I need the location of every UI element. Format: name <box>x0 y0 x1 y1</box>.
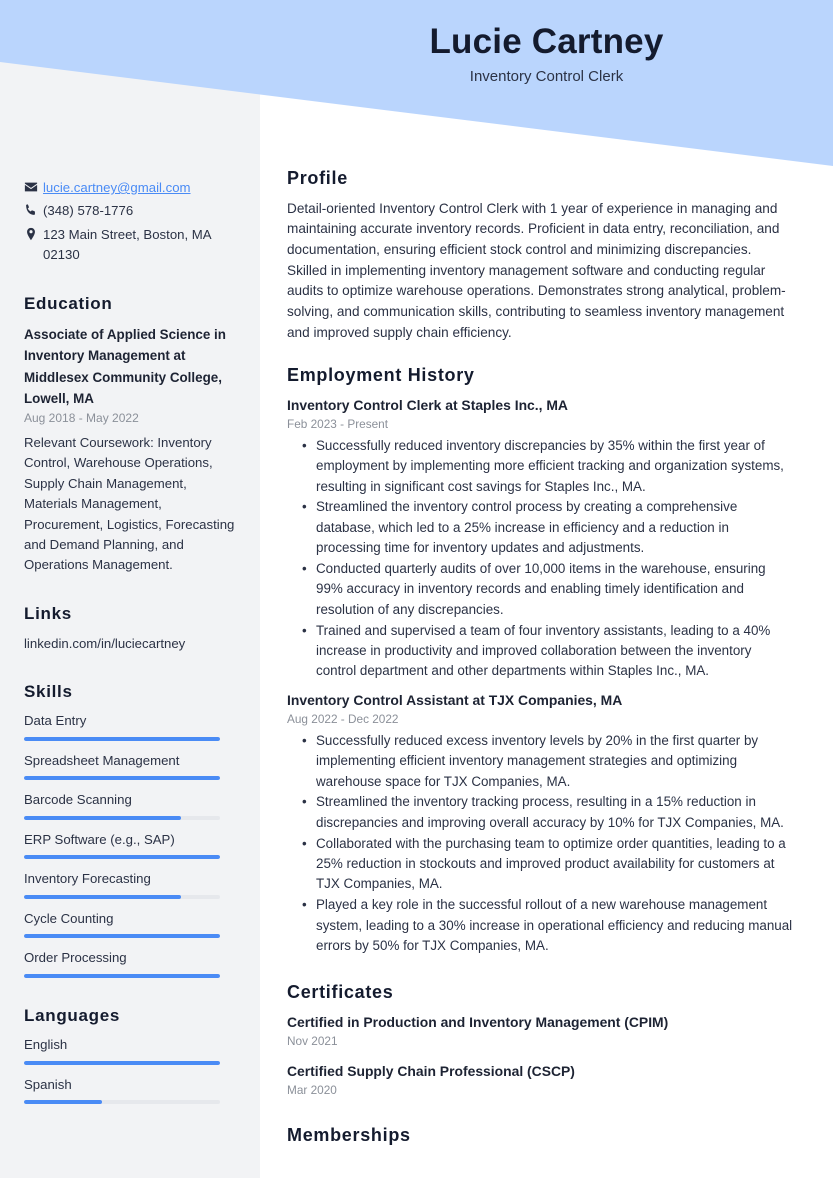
main-heading-employment: Employment History <box>287 365 475 386</box>
section-memberships: Memberships <box>287 1125 795 1147</box>
main-heading-certificates: Certificates <box>287 982 394 1003</box>
skill-label: Barcode Scanning <box>24 792 132 808</box>
language-item: English <box>24 1036 236 1065</box>
skill-level-track <box>24 934 220 939</box>
job-entry: Inventory Control Assistant at TJX Compa… <box>287 691 795 957</box>
certificate-date: Mar 2020 <box>287 1083 337 1098</box>
sidebar-heading-languages: Languages <box>24 1005 121 1025</box>
job-bullets: Successfully reduced inventory discrepan… <box>287 436 795 682</box>
job-bullets: Successfully reduced excess inventory le… <box>287 731 795 957</box>
job-bullet: Streamlined the inventory tracking proce… <box>302 792 795 833</box>
skill-level-track <box>24 894 220 899</box>
job-bullet: Conducted quarterly audits of over 10,00… <box>302 559 795 620</box>
skill-level-track <box>24 776 220 781</box>
contact-item-phone: (348) 578-1776 <box>24 201 236 221</box>
sidebar: lucie.cartney@gmail.com (348) 578-1776 1… <box>0 0 260 1115</box>
phone-value: (348) 578-1776 <box>43 203 134 219</box>
language-level-fill <box>24 1100 103 1105</box>
skill-item: Data Entry <box>24 712 236 741</box>
skill-level-fill <box>24 934 220 939</box>
contact-item-address: 123 Main Street, Boston, MA 02130 <box>24 225 236 266</box>
sidebar-heading-skills: Skills <box>24 682 73 702</box>
job-bullet: Trained and supervised a team of four in… <box>302 621 795 682</box>
language-level-track <box>24 1100 220 1105</box>
main-heading-memberships: Memberships <box>287 1124 411 1145</box>
language-level-track <box>24 1060 220 1065</box>
skill-label: Spreadsheet Management <box>24 752 180 768</box>
skill-level-track <box>24 855 220 860</box>
education-degree: Associate of Applied Science in Inventor… <box>24 327 226 406</box>
links-list: linkedin.com/in/luciecartney <box>24 634 236 654</box>
job-bullet: Played a key role in the successful roll… <box>302 895 795 956</box>
link-linkedin[interactable]: linkedin.com/in/luciecartney <box>24 636 185 651</box>
skill-label: Cycle Counting <box>24 910 114 926</box>
main-content: Profile Detail-oriented Inventory Contro… <box>260 0 833 1169</box>
skill-item: ERP Software (e.g., SAP) <box>24 831 236 860</box>
job-bullet: Successfully reduced excess inventory le… <box>302 731 795 792</box>
certificate-entry: Certified in Production and Inventory Ma… <box>287 1013 795 1050</box>
job-date: Feb 2023 - Present <box>287 417 388 432</box>
contact-item-email: lucie.cartney@gmail.com <box>24 178 236 198</box>
language-label: Spanish <box>24 1076 72 1092</box>
skill-level-track <box>24 973 220 978</box>
job-bullet: Successfully reduced inventory discrepan… <box>302 436 795 497</box>
skill-level-track <box>24 815 220 820</box>
language-level-fill <box>24 1060 220 1065</box>
job-date: Aug 2022 - Dec 2022 <box>287 712 399 727</box>
section-employment-history: Employment History Inventory Control Cle… <box>287 365 795 956</box>
resume-page: Lucie Cartney Inventory Control Clerk lu… <box>0 0 833 1178</box>
email-value[interactable]: lucie.cartney@gmail.com <box>43 178 191 198</box>
job-entry: Inventory Control Clerk at Staples Inc.,… <box>287 396 795 682</box>
section-profile: Profile Detail-oriented Inventory Contro… <box>287 168 795 343</box>
skill-label: Data Entry <box>24 713 87 729</box>
skill-level-fill <box>24 815 181 820</box>
education-date: Aug 2018 - May 2022 <box>24 410 139 425</box>
skill-level-fill <box>24 736 220 741</box>
skill-item: Barcode Scanning <box>24 791 236 820</box>
skill-label: ERP Software (e.g., SAP) <box>24 831 175 847</box>
skill-item: Inventory Forecasting <box>24 870 236 899</box>
certificate-title: Certified Supply Chain Professional (CSC… <box>287 1062 575 1079</box>
sidebar-heading-education: Education <box>24 293 113 313</box>
skill-level-fill <box>24 894 181 899</box>
job-bullet: Collaborated with the purchasing team to… <box>302 834 795 895</box>
skill-level-fill <box>24 776 220 781</box>
certificate-entry: Certified Supply Chain Professional (CSC… <box>287 1062 795 1099</box>
education-description: Relevant Coursework: Inventory Control, … <box>24 434 235 573</box>
contact-list: lucie.cartney@gmail.com (348) 578-1776 1… <box>24 178 236 266</box>
languages-list: English Spanish <box>24 1036 236 1105</box>
certificate-title: Certified in Production and Inventory Ma… <box>287 1013 669 1030</box>
skill-item: Order Processing <box>24 949 236 978</box>
language-item: Spanish <box>24 1076 236 1105</box>
main-heading-profile: Profile <box>287 168 348 188</box>
skill-label: Order Processing <box>24 950 127 966</box>
job-title: Inventory Control Assistant at TJX Compa… <box>287 691 623 708</box>
skill-item: Cycle Counting <box>24 910 236 939</box>
map-pin-icon <box>24 225 43 241</box>
skill-level-fill <box>24 973 220 978</box>
address-value: 123 Main Street, Boston, MA 02130 <box>43 226 211 263</box>
language-label: English <box>24 1037 68 1053</box>
skill-level-track <box>24 736 220 741</box>
phone-icon <box>24 201 43 217</box>
job-title: Inventory Control Clerk at Staples Inc.,… <box>287 396 568 413</box>
profile-text: Detail-oriented Inventory Control Clerk … <box>287 200 786 340</box>
envelope-icon <box>24 178 43 194</box>
certificate-date: Nov 2021 <box>287 1034 338 1049</box>
section-certificates: Certificates Certified in Production and… <box>287 982 795 1099</box>
skill-level-fill <box>24 855 220 860</box>
skill-item: Spreadsheet Management <box>24 752 236 781</box>
sidebar-heading-links: Links <box>24 603 72 623</box>
skill-label: Inventory Forecasting <box>24 871 151 887</box>
job-bullet: Streamlined the inventory control proces… <box>302 497 795 558</box>
skills-list: Data Entry Spreadsheet Management Barcod… <box>24 712 236 978</box>
